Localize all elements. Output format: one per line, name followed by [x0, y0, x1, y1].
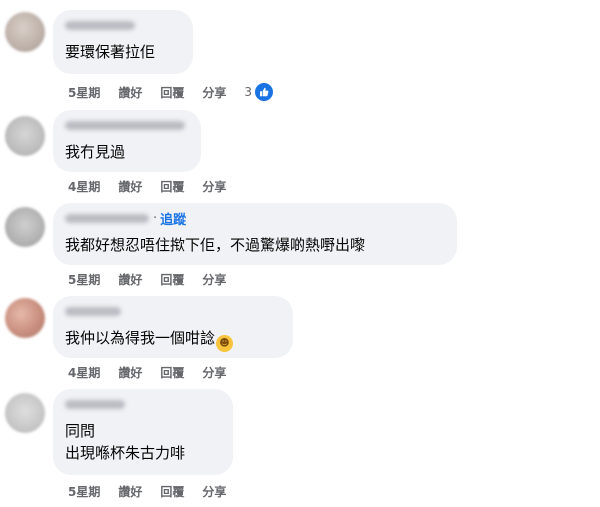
comment-actions: 4星期 讚好 回覆 分享 [68, 364, 244, 381]
comment-actions: 5星期 讚好 回覆 分享 [68, 483, 244, 500]
commenter-name-blurred[interactable] [65, 213, 149, 223]
comment-time-link[interactable]: 5星期 [68, 84, 100, 101]
comment-actions: 4星期 讚好 回覆 分享 [68, 178, 244, 195]
comment-bubble: 我仲以為得我一個咁諗 ☻ [53, 296, 293, 358]
avatar[interactable] [5, 207, 45, 247]
reaction-summary[interactable]: 3 [244, 82, 275, 102]
reply-button[interactable]: 回覆 [160, 364, 184, 381]
comment-text-line-2: 出現喺杯朱古力啡 [65, 444, 186, 462]
like-button[interactable]: 讚好 [118, 178, 142, 195]
reaction-count: 3 [244, 85, 253, 99]
comment-time-link[interactable]: 5星期 [68, 483, 100, 500]
share-button[interactable]: 分享 [202, 178, 226, 195]
avatar[interactable] [5, 12, 45, 52]
commenter-name-row: · 追蹤 [65, 209, 445, 228]
comment-text: 我冇見過 [65, 143, 126, 161]
commenter-name-blurred[interactable] [65, 395, 221, 413]
share-button[interactable]: 分享 [202, 364, 226, 381]
commenter-name-blurred[interactable] [65, 302, 281, 320]
share-button[interactable]: 分享 [202, 84, 226, 101]
reply-button[interactable]: 回覆 [160, 178, 184, 195]
comment-bubble: 同問 出現喺杯朱古力啡 [53, 389, 233, 475]
reply-button[interactable]: 回覆 [160, 271, 184, 288]
like-button[interactable]: 讚好 [118, 84, 142, 101]
comment-bubble: 要環保著拉佢 [53, 10, 193, 74]
comment-actions: 5星期 讚好 回覆 分享 [68, 271, 244, 288]
like-button[interactable]: 讚好 [118, 271, 142, 288]
share-button[interactable]: 分享 [202, 271, 226, 288]
rolling-on-floor-laughing-emoji-icon: ☻ [216, 335, 234, 352]
separator-dot: · [153, 210, 158, 226]
commenter-name-blurred[interactable] [65, 116, 189, 134]
share-button[interactable]: 分享 [202, 483, 226, 500]
like-icon [254, 82, 275, 102]
comment-time-link[interactable]: 4星期 [68, 178, 100, 195]
avatar[interactable] [5, 116, 45, 156]
like-button[interactable]: 讚好 [118, 483, 142, 500]
avatar[interactable] [5, 298, 45, 338]
comment-bubble: · 追蹤 我都好想忍唔住揿下佢，不過驚爆啲熱嘢出嚟 [53, 203, 457, 265]
like-button[interactable]: 讚好 [118, 364, 142, 381]
comment-text-content: 我仲以為得我一個咁諗 [65, 329, 216, 347]
comment-text: 我都好想忍唔住揿下佢，不過驚爆啲熱嘢出嚟 [65, 236, 366, 254]
reply-button[interactable]: 回覆 [160, 84, 184, 101]
avatar[interactable] [5, 393, 45, 433]
comment-text: 要環保著拉佢 [65, 43, 156, 61]
follow-button[interactable]: 追蹤 [160, 209, 186, 228]
comment-bubble: 我冇見過 [53, 110, 201, 172]
comment-time-link[interactable]: 4星期 [68, 364, 100, 381]
comment-actions: 5星期 讚好 回覆 分享 3 [68, 82, 275, 102]
commenter-name-blurred[interactable] [65, 16, 181, 34]
comment-time-link[interactable]: 5星期 [68, 271, 100, 288]
comment-text-line-1: 同問 [65, 422, 96, 440]
reply-button[interactable]: 回覆 [160, 483, 184, 500]
comment-text: 我仲以為得我一個咁諗 ☻ [65, 328, 281, 352]
